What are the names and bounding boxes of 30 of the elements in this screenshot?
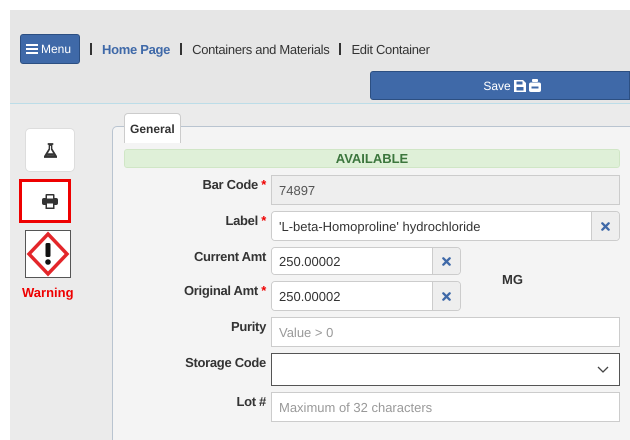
storage-select[interactable] (271, 353, 620, 386)
jar-icon (528, 79, 541, 92)
field-label: Storage Code (184, 354, 266, 372)
field-label: Lot # (235, 393, 266, 411)
flask-button[interactable] (25, 128, 75, 172)
hazard-icon (25, 230, 71, 278)
status-banner: AVAILABLE (124, 149, 620, 168)
floppy-icon (514, 80, 526, 92)
print-button[interactable] (19, 179, 71, 223)
separator-bar (339, 43, 342, 55)
separator-bar (180, 43, 182, 55)
chevron-down-icon (597, 366, 609, 373)
general-tab[interactable]: General (124, 113, 181, 143)
field-label: Original Amt * (182, 282, 266, 300)
warning-label: Warning (22, 285, 74, 300)
field-label: Current Amt (192, 248, 266, 266)
breadcrumb-link[interactable]: Home Page (102, 42, 170, 56)
save-button[interactable]: Save (370, 71, 630, 100)
barcode-field[interactable]: 74897 (271, 175, 620, 205)
field-label: Bar Code * (202, 176, 266, 194)
breadcrumb-text: Containers and Materials (192, 42, 330, 56)
field-label: Purity (230, 318, 266, 336)
separator-bar (90, 43, 92, 55)
menu-button[interactable]: Menu (20, 34, 80, 64)
unit-label: MG (501, 272, 524, 286)
printer-icon (42, 194, 58, 208)
field-label: Label * (224, 212, 266, 230)
flask-icon (44, 142, 56, 158)
menu-icon (26, 44, 38, 54)
breadcrumb-text: Edit Container (351, 42, 430, 56)
